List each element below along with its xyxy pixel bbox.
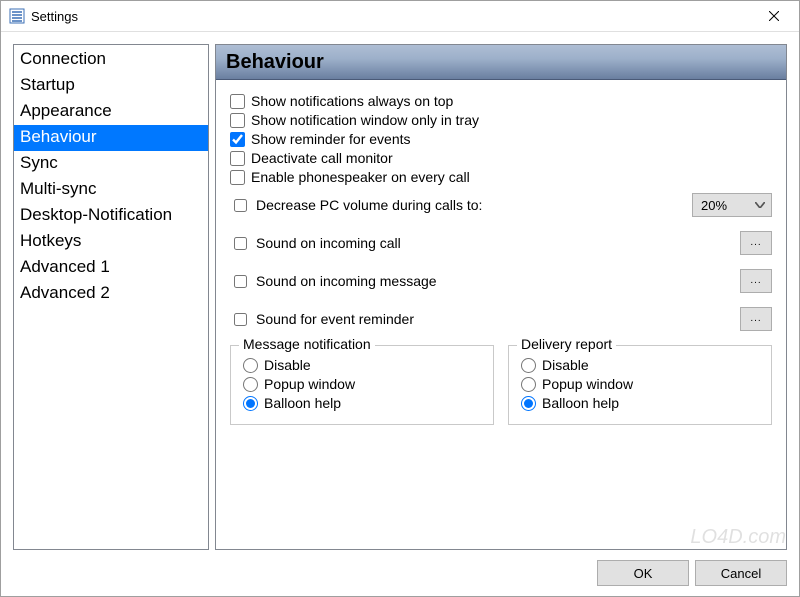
label-dr-balloon: Balloon help bbox=[542, 395, 619, 411]
sidebar-item-hotkeys[interactable]: Hotkeys bbox=[14, 229, 208, 255]
checkbox-sound-event-reminder[interactable] bbox=[234, 313, 247, 326]
sidebar-item-startup[interactable]: Startup bbox=[14, 73, 208, 99]
checkbox-sound-incoming-message[interactable] bbox=[234, 275, 247, 288]
group-message-notification: Message notification Disable Popup windo… bbox=[230, 345, 494, 425]
sidebar-item-desktop-notification[interactable]: Desktop-Notification bbox=[14, 203, 208, 229]
sidebar-item-connection[interactable]: Connection bbox=[14, 47, 208, 73]
panes: Connection Startup Appearance Behaviour … bbox=[13, 44, 787, 550]
label-reminder-events: Show reminder for events bbox=[251, 131, 411, 147]
label-sound-incoming-call: Sound on incoming call bbox=[256, 235, 401, 251]
content-area: Connection Startup Appearance Behaviour … bbox=[1, 32, 799, 596]
radio-mn-popup[interactable] bbox=[243, 377, 258, 392]
legend-delivery-report: Delivery report bbox=[517, 336, 616, 352]
checkbox-always-on-top[interactable] bbox=[230, 94, 245, 109]
window-title: Settings bbox=[31, 9, 751, 24]
panel-body: Show notifications always on top Show no… bbox=[216, 80, 786, 549]
sidebar-item-advanced-2[interactable]: Advanced 2 bbox=[14, 281, 208, 307]
mn-disable: Disable bbox=[243, 357, 481, 373]
radio-dr-disable[interactable] bbox=[521, 358, 536, 373]
close-icon bbox=[769, 11, 779, 21]
cancel-button[interactable]: Cancel bbox=[695, 560, 787, 586]
label-mn-balloon: Balloon help bbox=[264, 395, 341, 411]
label-always-on-top: Show notifications always on top bbox=[251, 93, 453, 109]
label-mn-disable: Disable bbox=[264, 357, 311, 373]
mn-balloon: Balloon help bbox=[243, 395, 481, 411]
close-button[interactable] bbox=[751, 2, 797, 31]
checkbox-decrease-volume[interactable] bbox=[234, 199, 247, 212]
mn-popup: Popup window bbox=[243, 376, 481, 392]
label-only-in-tray: Show notification window only in tray bbox=[251, 112, 479, 128]
label-deactivate-call-monitor: Deactivate call monitor bbox=[251, 150, 393, 166]
volume-combo[interactable]: 20% bbox=[692, 193, 772, 217]
label-decrease-volume: Decrease PC volume during calls to: bbox=[256, 197, 482, 213]
sidebar-item-sync[interactable]: Sync bbox=[14, 151, 208, 177]
label-phonespeaker: Enable phonespeaker on every call bbox=[251, 169, 470, 185]
checkbox-reminder-events[interactable] bbox=[230, 132, 245, 147]
legend-message-notification: Message notification bbox=[239, 336, 375, 352]
dr-popup: Popup window bbox=[521, 376, 759, 392]
opt-reminder-events: Show reminder for events bbox=[230, 131, 772, 147]
browse-sound-event-reminder[interactable]: ... bbox=[740, 307, 772, 331]
checkbox-deactivate-call-monitor[interactable] bbox=[230, 151, 245, 166]
opt-sound-incoming-call: Sound on incoming call ... bbox=[230, 231, 772, 255]
main-panel: Behaviour Show notifications always on t… bbox=[215, 44, 787, 550]
label-dr-disable: Disable bbox=[542, 357, 589, 373]
radio-dr-balloon[interactable] bbox=[521, 396, 536, 411]
sidebar-item-behaviour[interactable]: Behaviour bbox=[14, 125, 208, 151]
browse-sound-incoming-call[interactable]: ... bbox=[740, 231, 772, 255]
ok-button[interactable]: OK bbox=[597, 560, 689, 586]
opt-decrease-volume: Decrease PC volume during calls to: 20% bbox=[230, 193, 772, 217]
checkbox-sound-incoming-call[interactable] bbox=[234, 237, 247, 250]
dr-balloon: Balloon help bbox=[521, 395, 759, 411]
category-sidebar: Connection Startup Appearance Behaviour … bbox=[13, 44, 209, 550]
volume-combo-value: 20% bbox=[701, 198, 727, 213]
opt-deactivate-call-monitor: Deactivate call monitor bbox=[230, 150, 772, 166]
checkbox-only-in-tray[interactable] bbox=[230, 113, 245, 128]
titlebar: Settings bbox=[1, 1, 799, 32]
sidebar-item-appearance[interactable]: Appearance bbox=[14, 99, 208, 125]
dr-disable: Disable bbox=[521, 357, 759, 373]
panel-heading: Behaviour bbox=[216, 45, 786, 80]
opt-always-on-top: Show notifications always on top bbox=[230, 93, 772, 109]
opt-sound-event-reminder: Sound for event reminder ... bbox=[230, 307, 772, 331]
app-icon bbox=[9, 8, 25, 24]
label-sound-event-reminder: Sound for event reminder bbox=[256, 311, 414, 327]
radio-mn-disable[interactable] bbox=[243, 358, 258, 373]
opt-phonespeaker: Enable phonespeaker on every call bbox=[230, 169, 772, 185]
group-delivery-report: Delivery report Disable Popup window bbox=[508, 345, 772, 425]
group-row: Message notification Disable Popup windo… bbox=[230, 345, 772, 425]
dialog-footer: OK Cancel bbox=[13, 550, 787, 586]
radio-mn-balloon[interactable] bbox=[243, 396, 258, 411]
settings-window: Settings Connection Startup Appearance B… bbox=[0, 0, 800, 597]
label-sound-incoming-message: Sound on incoming message bbox=[256, 273, 437, 289]
checkbox-phonespeaker[interactable] bbox=[230, 170, 245, 185]
label-mn-popup: Popup window bbox=[264, 376, 355, 392]
sidebar-item-multi-sync[interactable]: Multi-sync bbox=[14, 177, 208, 203]
chevron-down-icon bbox=[755, 202, 765, 208]
opt-only-in-tray: Show notification window only in tray bbox=[230, 112, 772, 128]
opt-sound-incoming-message: Sound on incoming message ... bbox=[230, 269, 772, 293]
browse-sound-incoming-message[interactable]: ... bbox=[740, 269, 772, 293]
sidebar-item-advanced-1[interactable]: Advanced 1 bbox=[14, 255, 208, 281]
label-dr-popup: Popup window bbox=[542, 376, 633, 392]
radio-dr-popup[interactable] bbox=[521, 377, 536, 392]
